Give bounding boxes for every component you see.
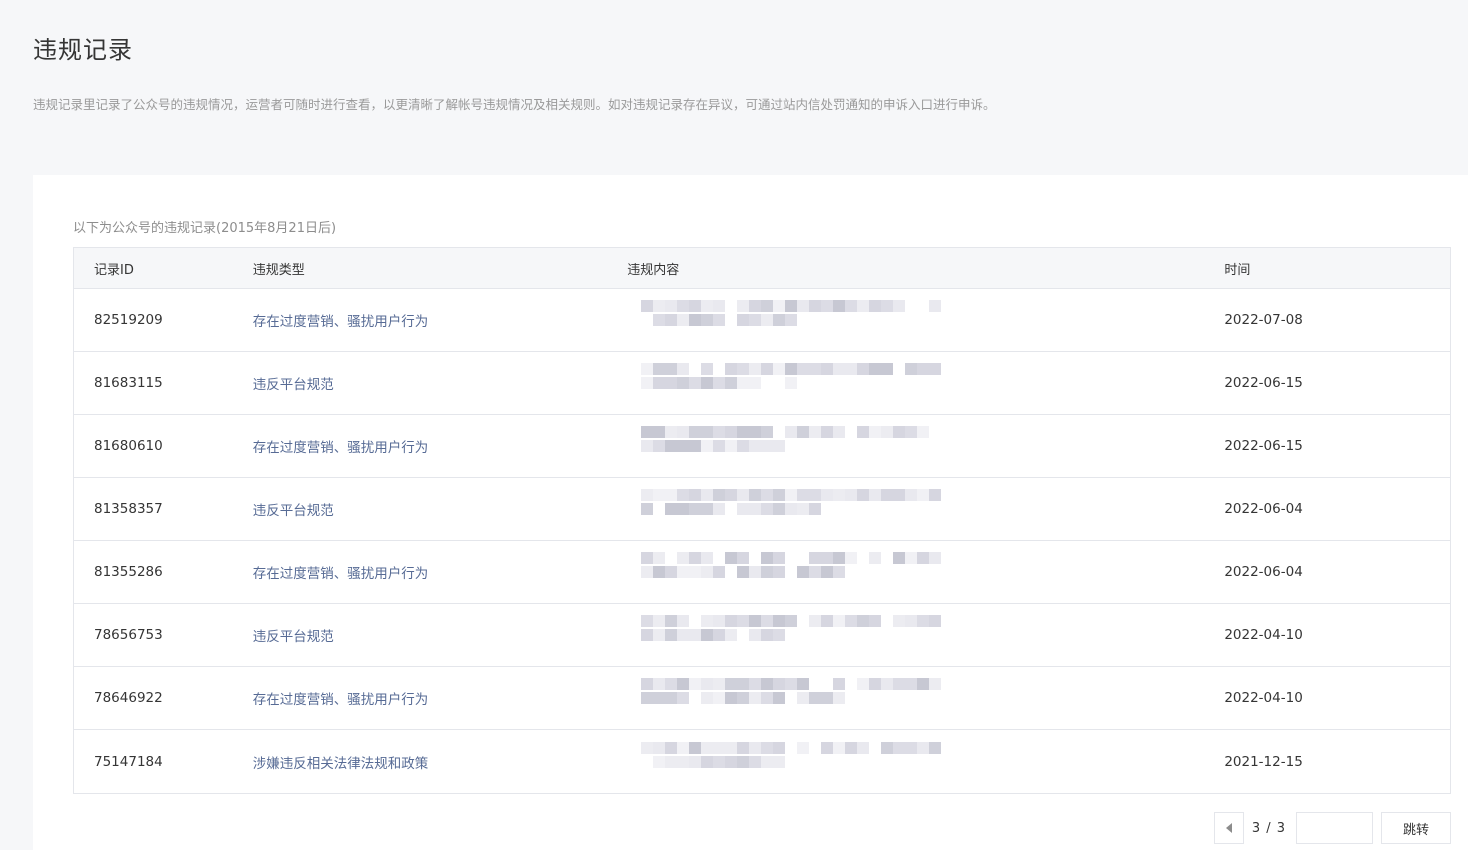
violation-type-link[interactable]: 违反平台规范 — [253, 499, 627, 519]
violation-content-blurred — [627, 678, 1224, 718]
table-row: 82519209 存在过度营销、骚扰用户行为 2022-07-08 — [74, 289, 1450, 352]
violation-time: 2022-06-15 — [1224, 438, 1303, 454]
pagination: 3 / 3 跳转 — [1213, 812, 1451, 844]
page-title: 违规记录 — [33, 36, 133, 64]
violation-type-link[interactable]: 存在过度营销、骚扰用户行为 — [253, 436, 627, 456]
violation-time: 2022-06-04 — [1224, 564, 1303, 580]
table-row: 81680610 存在过度营销、骚扰用户行为 2022-06-15 — [74, 415, 1450, 478]
violation-content-blurred — [627, 426, 1224, 466]
header-time: 时间 — [1224, 262, 1251, 278]
violation-type-link[interactable]: 存在过度营销、骚扰用户行为 — [253, 310, 627, 330]
table-row: 78656753 违反平台规范 2022-04-10 — [74, 604, 1450, 667]
record-id: 81680610 — [94, 438, 163, 454]
record-id: 81683115 — [94, 375, 163, 391]
page-indicator: 3 / 3 — [1251, 820, 1286, 836]
violation-content-blurred — [627, 363, 1224, 403]
header-violation-content: 违规内容 — [627, 262, 680, 278]
violation-type-link[interactable]: 存在过度营销、骚扰用户行为 — [253, 562, 627, 582]
table-row: 75147184 涉嫌违反相关法律法规和政策 2021-12-15 — [74, 730, 1450, 793]
violation-records-card: 以下为公众号的违规记录(2015年8月21日后) 记录ID 违规类型 违规内容 … — [33, 175, 1468, 850]
violation-content-blurred — [627, 741, 1224, 782]
caret-left-icon — [1225, 823, 1232, 833]
table-header: 记录ID 违规类型 违规内容 时间 — [74, 248, 1450, 289]
violation-table: 记录ID 违规类型 违规内容 时间 82519209 存在过度营销、骚扰用户行为… — [73, 247, 1451, 794]
jump-page-input[interactable] — [1296, 812, 1373, 844]
record-id: 81358357 — [94, 501, 163, 517]
violation-type-link[interactable]: 存在过度营销、骚扰用户行为 — [253, 688, 627, 708]
violation-time: 2022-06-04 — [1224, 501, 1303, 517]
violation-time: 2022-04-10 — [1224, 690, 1303, 706]
record-id: 78656753 — [94, 627, 163, 643]
prev-page-button[interactable] — [1213, 812, 1244, 844]
header-record-id: 记录ID — [94, 262, 134, 278]
table-row: 81358357 违反平台规范 2022-06-04 — [74, 478, 1450, 541]
violation-content-blurred — [627, 300, 1224, 340]
violation-time: 2022-04-10 — [1224, 627, 1303, 643]
violation-content-blurred — [627, 489, 1224, 529]
record-id: 78646922 — [94, 690, 163, 706]
violation-time: 2022-06-15 — [1224, 375, 1303, 391]
table-row: 78646922 存在过度营销、骚扰用户行为 2022-04-10 — [74, 667, 1450, 730]
violation-content-blurred — [627, 615, 1224, 655]
table-row: 81683115 违反平台规范 2022-06-15 — [74, 352, 1450, 415]
table-caption: 以下为公众号的违规记录(2015年8月21日后) — [73, 221, 337, 236]
violation-content-blurred — [627, 552, 1224, 592]
record-id: 75147184 — [94, 753, 163, 770]
jump-button[interactable]: 跳转 — [1381, 812, 1451, 844]
violation-type-link[interactable]: 违反平台规范 — [253, 625, 627, 645]
page-description: 违规记录里记录了公众号的违规情况，运营者可随时进行查看，以更清晰了解帐号违规情况… — [33, 97, 996, 112]
violation-time: 2022-07-08 — [1224, 312, 1303, 328]
table-row: 81355286 存在过度营销、骚扰用户行为 2022-06-04 — [74, 541, 1450, 604]
violation-type-link[interactable]: 违反平台规范 — [253, 373, 627, 393]
record-id: 82519209 — [94, 312, 163, 328]
header-violation-type: 违规类型 — [252, 262, 305, 278]
record-id: 81355286 — [94, 564, 163, 580]
violation-type-link[interactable]: 涉嫌违反相关法律法规和政策 — [253, 752, 627, 772]
violation-time: 2021-12-15 — [1224, 753, 1303, 770]
